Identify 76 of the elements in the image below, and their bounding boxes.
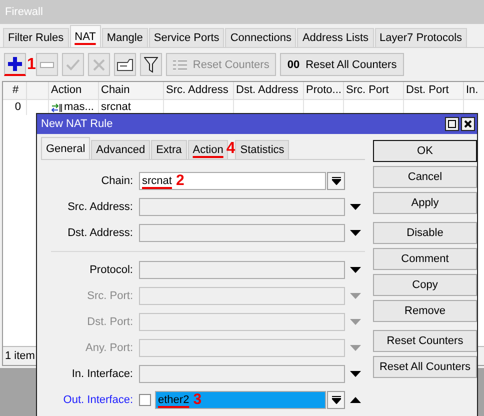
dropdown-icon — [332, 177, 340, 185]
dialog-button[interactable]: Reset Counters — [373, 330, 477, 352]
dialog-button[interactable]: Disable — [373, 222, 477, 244]
cross-icon — [92, 58, 105, 70]
tab[interactable]: NAT — [70, 25, 101, 47]
list-icon — [172, 58, 187, 70]
check-icon — [66, 58, 80, 70]
field-label: Any. Port: — [84, 342, 133, 354]
table-cell: mas... — [64, 100, 94, 115]
dialog-button[interactable]: Cancel — [373, 166, 477, 188]
column-header[interactable]: Action — [49, 82, 99, 99]
column-header[interactable]: Src. Address — [164, 82, 234, 99]
dialog-button[interactable]: Remove — [373, 300, 477, 322]
negate-checkbox[interactable] — [139, 394, 151, 406]
tab[interactable]: Connections — [225, 28, 296, 47]
dialog-button[interactable]: Comment — [373, 248, 477, 270]
annotation-number: 4 — [226, 141, 236, 157]
note-icon — [116, 58, 133, 70]
tab[interactable]: Address Lists — [297, 28, 374, 47]
comment-button[interactable] — [114, 53, 136, 76]
input-field[interactable]: srcnat 2 — [139, 172, 326, 190]
dropdown-icon — [332, 396, 340, 404]
tab[interactable]: General — [41, 137, 90, 159]
tab[interactable]: Service Ports — [148, 28, 224, 47]
dropdown-button[interactable] — [327, 391, 345, 409]
plus-icon — [8, 57, 22, 71]
annotation-number: 3 — [193, 392, 202, 408]
tab[interactable]: Layer7 Protocols — [374, 28, 468, 47]
status-bar-text: 1 item — [5, 350, 35, 362]
input-field[interactable] — [139, 198, 345, 216]
annotation-number: 2 — [176, 173, 184, 189]
column-header[interactable]: In. — [464, 82, 484, 99]
dropdown-button[interactable] — [327, 172, 345, 190]
input-field[interactable] — [139, 365, 345, 383]
column-header[interactable]: Src. Port — [344, 82, 404, 99]
table-cell: 0 — [3, 100, 27, 115]
filter-button[interactable] — [140, 53, 162, 76]
field-label: In. Interface: — [70, 368, 133, 380]
field-label: Out. Interface: — [62, 394, 133, 406]
close-icon[interactable] — [461, 117, 475, 131]
reset-all-counters-button[interactable]: 00 Reset All Counters — [280, 53, 404, 76]
tab[interactable]: Filter Rules — [3, 28, 69, 47]
dialog-button[interactable]: Apply — [373, 192, 477, 214]
column-header[interactable]: Chain — [99, 82, 164, 99]
column-header[interactable]: # — [3, 82, 27, 99]
add-button[interactable] — [4, 53, 26, 76]
field-label: Src. Address: — [66, 201, 133, 213]
annotation-number: 1 — [27, 56, 36, 72]
filter-icon — [144, 56, 158, 72]
tab[interactable]: Mangle — [102, 28, 148, 47]
input-field[interactable] — [139, 261, 345, 279]
input-field[interactable] — [139, 224, 345, 242]
dialog-button[interactable]: OK — [373, 140, 477, 162]
dialog-title: New NAT Rule — [41, 118, 113, 130]
collapse-arrow-icon[interactable] — [350, 397, 360, 403]
input-field[interactable]: ether2 3 — [155, 391, 326, 409]
column-header[interactable]: Dst. Port — [404, 82, 464, 99]
dropdown-arrow-icon[interactable] — [350, 371, 360, 377]
field-label: Src. Port: — [86, 290, 133, 302]
dialog-button[interactable]: Copy — [373, 274, 477, 296]
tab[interactable]: Extra — [151, 140, 187, 159]
minus-icon — [40, 62, 54, 68]
dropdown-arrow-icon[interactable] — [350, 204, 360, 210]
field-label: Dst. Address: — [66, 227, 133, 239]
column-header[interactable]: Proto... — [304, 82, 344, 99]
dialog-button[interactable]: Reset All Counters — [373, 356, 477, 378]
tab[interactable]: Statistics — [235, 140, 290, 159]
tab[interactable]: Advanced — [91, 140, 150, 159]
swap-arrows-icon — [51, 102, 62, 112]
field-label: Chain: — [100, 175, 133, 187]
column-header[interactable]: Dst. Address — [234, 82, 304, 99]
field-label: Protocol: — [88, 264, 133, 276]
maximize-icon[interactable] — [445, 117, 459, 131]
dropdown-arrow-icon[interactable] — [350, 230, 360, 236]
dropdown-arrow-icon[interactable] — [350, 267, 360, 273]
field-label: Dst. Port: — [86, 316, 133, 328]
